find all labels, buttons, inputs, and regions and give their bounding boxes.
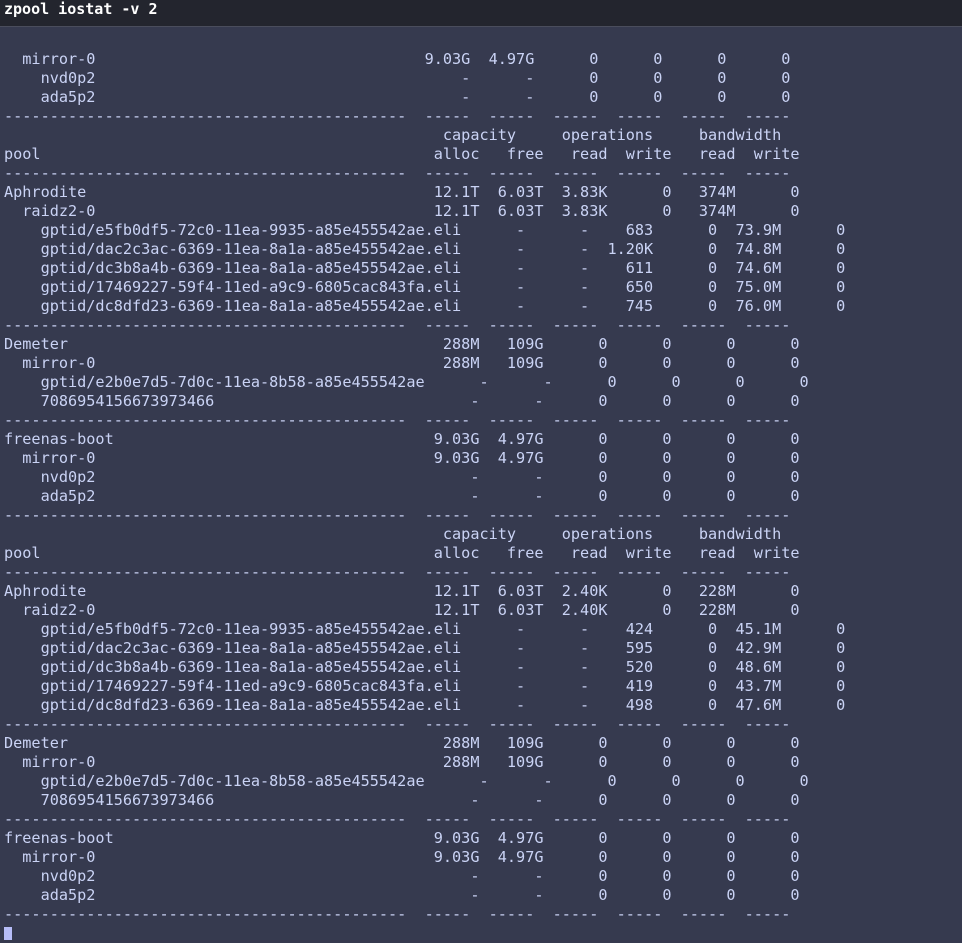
terminal-line: Demeter 288M 109G 0 0 0 0 [4,734,800,752]
terminal-line: mirror-0 9.03G 4.97G 0 0 0 0 [4,449,800,467]
terminal-line: raidz2-0 12.1T 6.03T 3.83K 0 374M 0 [4,202,800,220]
text-cursor [4,927,12,940]
terminal-line: gptid/17469227-59f4-11ed-a9c9-6805cac843… [4,278,846,296]
terminal-line: gptid/e2b0e7d5-7d0c-11ea-8b58-a85e455542… [4,373,809,391]
terminal-line: capacity operations bandwidth [4,126,782,144]
terminal-line: Aphrodite 12.1T 6.03T 2.40K 0 228M 0 [4,582,800,600]
terminal-line: nvd0p2 - - 0 0 0 0 [4,69,791,87]
terminal-output[interactable]: mirror-0 9.03G 4.97G 0 0 0 0 nvd0p2 - - … [0,27,962,943]
terminal-line: ----------------------------------------… [4,563,791,581]
terminal-line: nvd0p2 - - 0 0 0 0 [4,867,800,885]
terminal-line: mirror-0 288M 109G 0 0 0 0 [4,354,800,372]
terminal-line: nvd0p2 - - 0 0 0 0 [4,468,800,486]
terminal-line: ----------------------------------------… [4,107,791,125]
terminal-line: gptid/e2b0e7d5-7d0c-11ea-8b58-a85e455542… [4,772,809,790]
terminal-line: ----------------------------------------… [4,164,791,182]
terminal-line: gptid/e5fb0df5-72c0-11ea-9935-a85e455542… [4,221,846,239]
terminal-line: gptid/dac2c3ac-6369-11ea-8a1a-a85e455542… [4,240,846,258]
terminal-line: ----------------------------------------… [4,715,791,733]
terminal-line: gptid/dac2c3ac-6369-11ea-8a1a-a85e455542… [4,639,846,657]
terminal-line: gptid/e5fb0df5-72c0-11ea-9935-a85e455542… [4,620,846,638]
terminal-line: freenas-boot 9.03G 4.97G 0 0 0 0 [4,430,800,448]
terminal-line: raidz2-0 12.1T 6.03T 2.40K 0 228M 0 [4,601,800,619]
terminal-line: ada5p2 - - 0 0 0 0 [4,88,791,106]
window-titlebar: zpool iostat -v 2 [0,0,962,27]
terminal-line: pool alloc free read write read write [4,145,800,163]
terminal-line: mirror-0 288M 109G 0 0 0 0 [4,753,800,771]
terminal-line: Aphrodite 12.1T 6.03T 3.83K 0 374M 0 [4,183,800,201]
terminal-line: ----------------------------------------… [4,905,791,923]
terminal-line: gptid/17469227-59f4-11ed-a9c9-6805cac843… [4,677,846,695]
terminal-line: 7086954156673973466 - - 0 0 0 0 [4,791,800,809]
terminal-line: mirror-0 9.03G 4.97G 0 0 0 0 [4,50,791,68]
terminal-line: ada5p2 - - 0 0 0 0 [4,886,800,904]
terminal-cursor-line [4,924,962,943]
terminal-line: ----------------------------------------… [4,316,791,334]
terminal-line: gptid/dc8dfd23-6369-11ea-8a1a-a85e455542… [4,696,846,714]
terminal-line: ----------------------------------------… [4,810,791,828]
terminal-line: ----------------------------------------… [4,506,791,524]
terminal-line: 7086954156673973466 - - 0 0 0 0 [4,392,800,410]
terminal-line: gptid/dc3b8a4b-6369-11ea-8a1a-a85e455542… [4,658,846,676]
terminal-line: ----------------------------------------… [4,411,791,429]
terminal-line: gptid/dc3b8a4b-6369-11ea-8a1a-a85e455542… [4,259,846,277]
terminal-line: capacity operations bandwidth [4,525,782,543]
terminal-line: ada5p2 - - 0 0 0 0 [4,487,800,505]
terminal-line: mirror-0 9.03G 4.97G 0 0 0 0 [4,848,800,866]
terminal-line: Demeter 288M 109G 0 0 0 0 [4,335,800,353]
terminal-line: gptid/dc8dfd23-6369-11ea-8a1a-a85e455542… [4,297,846,315]
terminal-line: pool alloc free read write read write [4,544,800,562]
terminal-line: freenas-boot 9.03G 4.97G 0 0 0 0 [4,829,800,847]
window-title: zpool iostat -v 2 [4,0,158,18]
